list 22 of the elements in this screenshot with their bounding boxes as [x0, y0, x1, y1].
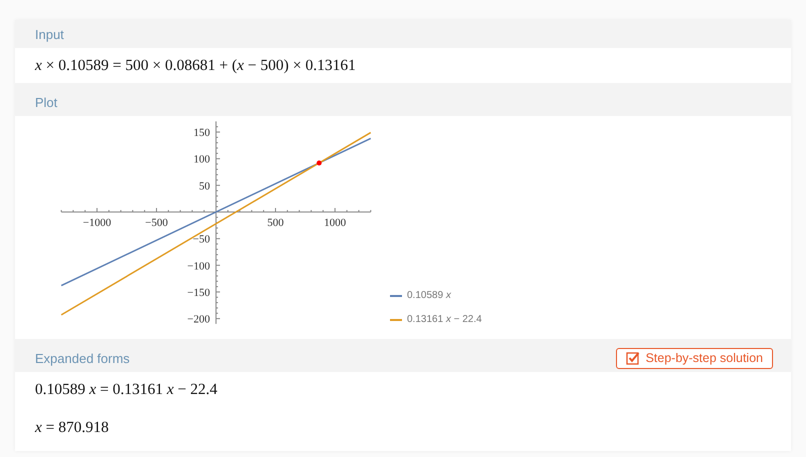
checkbox-icon	[626, 351, 640, 365]
tick-label: 50	[199, 180, 210, 192]
tick-label: −500	[145, 217, 168, 229]
tick-label: −200	[187, 314, 210, 326]
tick-label: −1000	[82, 217, 112, 229]
section-title: Expanded forms	[35, 350, 130, 366]
legend-label: 0.13161 x − 22.4	[407, 314, 482, 325]
tick-label: −150	[187, 286, 210, 299]
math-expression: x × 0.10589 = 500 × 0.08681 + (x − 500) × 0.13161	[35, 56, 357, 76]
intersection-point	[316, 160, 322, 166]
section-title: Plot	[35, 94, 58, 110]
math-expression: 0.10589 x = 0.13161 x − 22.4	[35, 380, 218, 400]
section-title: Input	[35, 26, 64, 42]
tick-label: 500	[267, 217, 284, 229]
tick-label: −50	[192, 234, 210, 246]
tick-label: 1000	[324, 217, 346, 229]
tick-label: 100	[194, 154, 210, 166]
math-expression: x = 870.918	[35, 418, 110, 438]
tick-label: −100	[187, 260, 210, 272]
step-by-step-button[interactable]: Step-by-step solution	[616, 348, 773, 368]
legend-label: 0.10589 x	[407, 290, 451, 301]
tick-label: 150	[194, 127, 210, 140]
